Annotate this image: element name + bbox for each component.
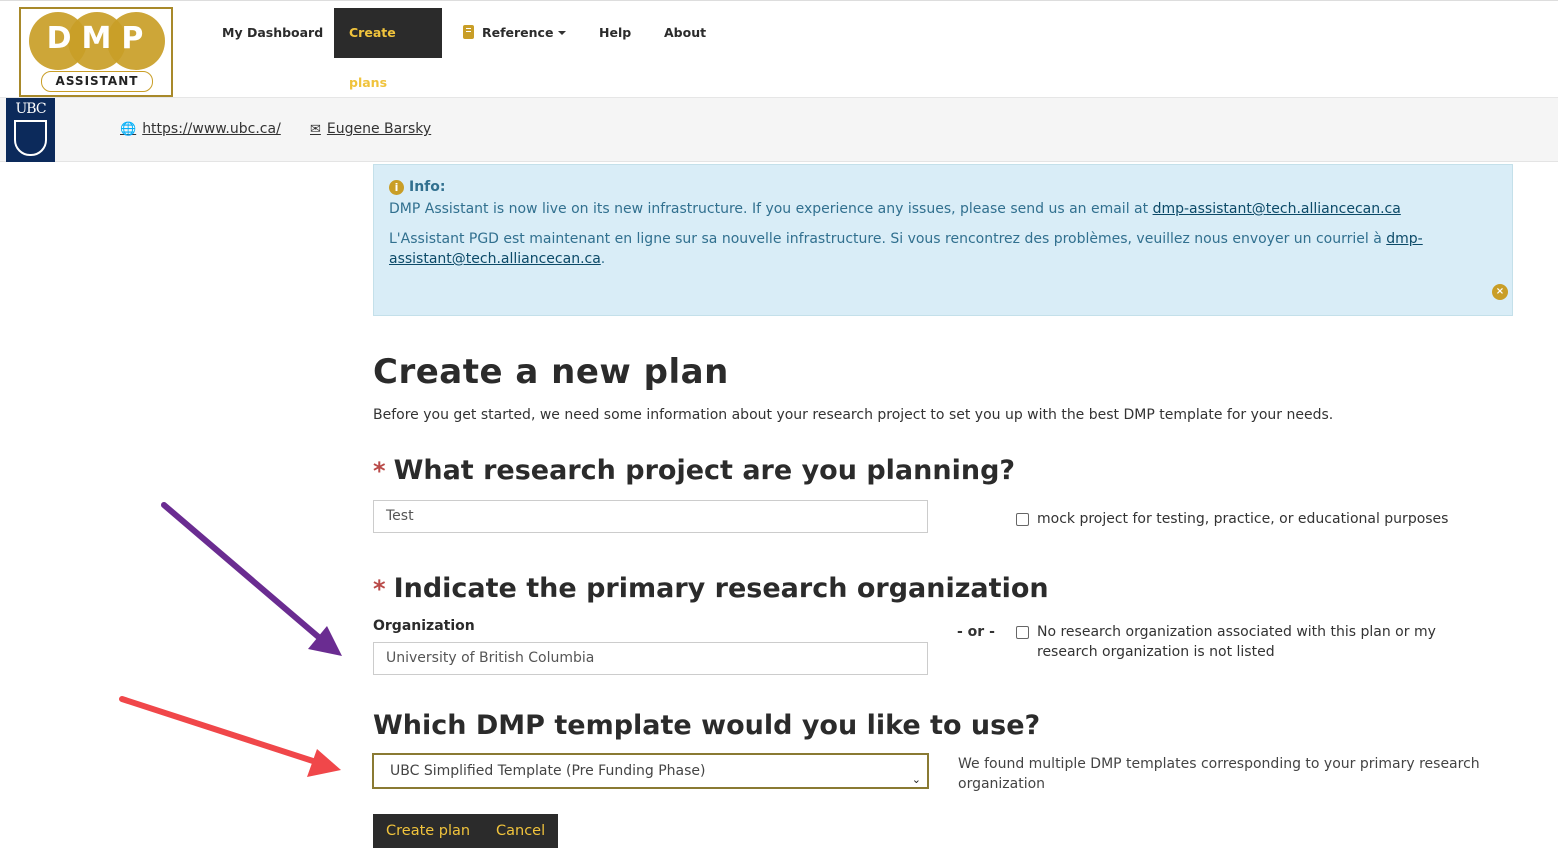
annotation-arrows	[119, 502, 342, 777]
purple-arrow-icon	[161, 502, 342, 656]
red-arrow-icon	[119, 696, 341, 777]
